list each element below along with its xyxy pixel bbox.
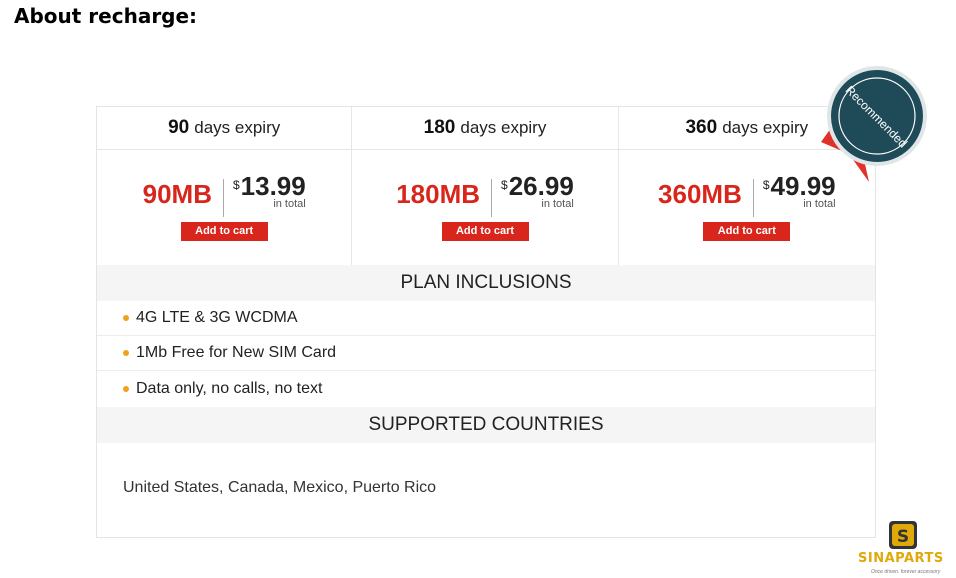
plan-price: $13.99 in total bbox=[224, 173, 306, 210]
add-to-cart-button[interactable]: Add to cart bbox=[441, 222, 529, 241]
price-value: 26.99 bbox=[508, 171, 574, 201]
inclusion-text: 4G LTE & 3G WCDMA bbox=[136, 309, 298, 326]
plan-data-amount: 180MB bbox=[396, 179, 493, 217]
plan-90-days: 90 days expiry 90MB $13.99 in total Add … bbox=[97, 107, 353, 265]
supported-countries-title: SUPPORTED COUNTRIES bbox=[97, 407, 875, 443]
bullet-icon bbox=[123, 350, 129, 356]
currency-symbol: $ bbox=[232, 178, 240, 192]
brand-logo: S SINAPARTS Once driven. forever accesso… bbox=[856, 519, 952, 577]
plan-header: 90 days expiry bbox=[97, 107, 352, 150]
plan-days: 180 bbox=[423, 117, 456, 138]
recommended-badge-graphic: Recommended bbox=[821, 66, 927, 182]
price-row: 90MB $13.99 in total bbox=[97, 173, 351, 217]
price-value: 13.99 bbox=[240, 171, 306, 201]
plan-price: $26.99 in total bbox=[492, 173, 574, 210]
add-to-cart-button[interactable]: Add to cart bbox=[180, 222, 268, 241]
inclusion-text: 1Mb Free for New SIM Card bbox=[136, 344, 337, 361]
plan-header: 180 days expiry bbox=[352, 107, 618, 150]
countries-text: United States, Canada, Mexico, Puerto Ri… bbox=[123, 479, 437, 496]
plans-row: 90 days expiry 90MB $13.99 in total Add … bbox=[97, 107, 875, 265]
plan-days-label: days expiry bbox=[460, 118, 547, 137]
list-item: 1Mb Free for New SIM Card bbox=[97, 336, 875, 371]
currency-symbol: $ bbox=[762, 178, 770, 192]
plan-data-amount: 90MB bbox=[143, 179, 224, 217]
logo-tagline: Once driven. forever accessory bbox=[871, 569, 941, 575]
bullet-icon bbox=[123, 385, 129, 392]
plan-data-amount: 360MB bbox=[658, 179, 754, 217]
currency-symbol: $ bbox=[501, 178, 508, 192]
plan-inclusions-title: PLAN INCLUSIONS bbox=[97, 265, 875, 301]
plan-days: 360 bbox=[685, 117, 718, 138]
recharge-card: 90 days expiry 90MB $13.99 in total Add … bbox=[96, 106, 876, 538]
plan-body: 180MB $26.99 in total Add to cart bbox=[352, 150, 617, 265]
inclusions-list: 4G LTE & 3G WCDMA 1Mb Free for New SIM C… bbox=[97, 301, 875, 406]
plan-180-days: 180 days expiry 180MB $26.99 in total Ad… bbox=[352, 107, 619, 265]
list-item: 4G LTE & 3G WCDMA bbox=[97, 301, 875, 336]
inclusion-text: Data only, no calls, no text bbox=[136, 379, 323, 397]
logo-name: SINAPARTS bbox=[858, 551, 944, 566]
logo-mark-icon: S bbox=[889, 521, 917, 549]
plan-days-label: days expiry bbox=[194, 118, 281, 137]
plan-days-label: days expiry bbox=[722, 118, 809, 137]
plan-days: 90 bbox=[168, 117, 190, 138]
add-to-cart-button[interactable]: Add to cart bbox=[703, 222, 791, 241]
bullet-icon bbox=[123, 315, 129, 321]
page-heading: About recharge: bbox=[14, 4, 198, 28]
plan-body: 90MB $13.99 in total Add to cart bbox=[97, 150, 351, 265]
list-item: Data only, no calls, no text bbox=[97, 371, 875, 406]
recommended-badge: Recommended bbox=[821, 64, 931, 184]
logo-letter: S bbox=[897, 527, 909, 547]
price-row: 180MB $26.99 in total bbox=[352, 173, 617, 217]
